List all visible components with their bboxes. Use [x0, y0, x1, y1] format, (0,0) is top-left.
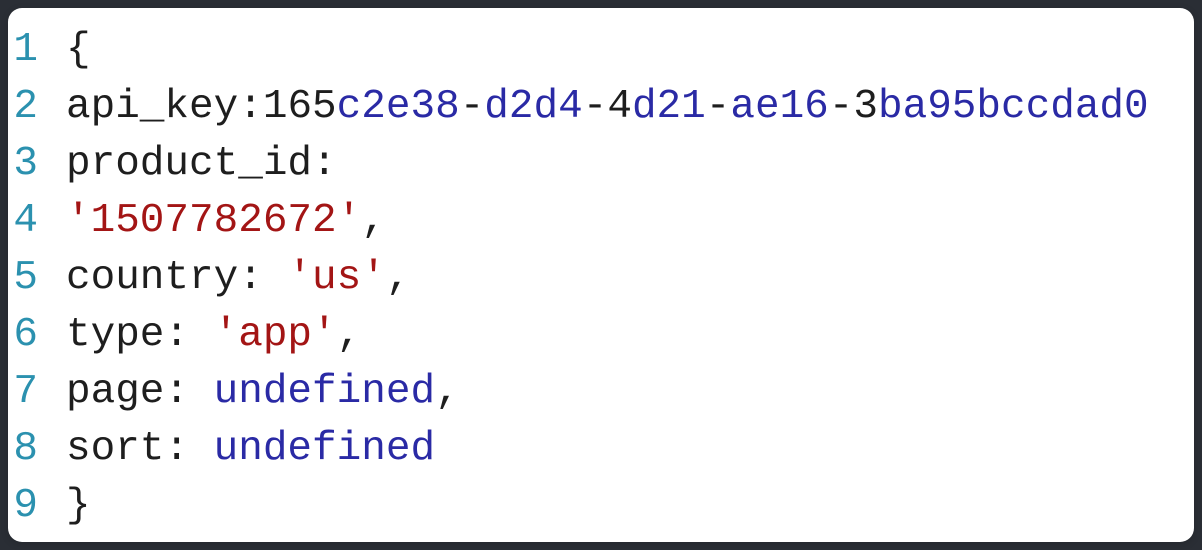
code-content: page: undefined, — [66, 364, 460, 421]
comma: , — [435, 369, 460, 415]
token: - — [583, 84, 608, 130]
brace-close: } — [66, 483, 91, 529]
string-value: '1507782672' — [66, 198, 361, 244]
brace-open: { — [66, 27, 91, 73]
code-line: 4 '1507782672', — [8, 193, 1194, 250]
token: d2d4 — [484, 84, 582, 130]
code-line: 9 } — [8, 478, 1194, 535]
code-content: '1507782672', — [66, 193, 386, 250]
token: - — [829, 84, 854, 130]
line-number: 5 — [8, 250, 66, 307]
key-sort: sort: — [66, 426, 214, 472]
key-country: country: — [66, 255, 287, 301]
code-line: 5 country: 'us', — [8, 250, 1194, 307]
code-content: { — [66, 22, 91, 79]
code-content: sort: undefined — [66, 421, 435, 478]
code-content: product_id: — [66, 136, 337, 193]
token: 4 — [607, 84, 632, 130]
token: c2e38 — [337, 84, 460, 130]
code-line: 3 product_id: — [8, 136, 1194, 193]
key-type: type: — [66, 312, 214, 358]
line-number: 3 — [8, 136, 66, 193]
code-content: api_key:165c2e38-d2d4-4d21-ae16-3ba95bcc… — [66, 79, 1149, 136]
key-page: page: — [66, 369, 214, 415]
token: - — [460, 84, 485, 130]
line-number: 7 — [8, 364, 66, 421]
key-product-id: product_id: — [66, 141, 337, 187]
code-content: type: 'app', — [66, 307, 361, 364]
code-content: country: 'us', — [66, 250, 410, 307]
line-number: 2 — [8, 79, 66, 136]
line-number: 1 — [8, 22, 66, 79]
token: ba95bccdad0 — [878, 84, 1149, 130]
code-content: } — [66, 478, 91, 535]
keyword-undefined: undefined — [214, 369, 435, 415]
token: 165 — [263, 84, 337, 130]
code-line: 7 page: undefined, — [8, 364, 1194, 421]
code-editor-panel[interactable]: 1 { 2 api_key:165c2e38-d2d4-4d21-ae16-3b… — [8, 8, 1194, 542]
string-value: 'app' — [214, 312, 337, 358]
comma: , — [337, 312, 362, 358]
line-number: 8 — [8, 421, 66, 478]
token: 3 — [853, 84, 878, 130]
code-line: 6 type: 'app', — [8, 307, 1194, 364]
line-number: 4 — [8, 193, 66, 250]
key-api-key: api_key: — [66, 84, 263, 130]
token: ae16 — [730, 84, 828, 130]
code-line: 1 { — [8, 22, 1194, 79]
code-line: 2 api_key:165c2e38-d2d4-4d21-ae16-3ba95b… — [8, 79, 1194, 136]
token: d21 — [632, 84, 706, 130]
line-number: 6 — [8, 307, 66, 364]
comma: , — [386, 255, 411, 301]
line-number: 9 — [8, 478, 66, 535]
token: - — [706, 84, 731, 130]
code-line: 8 sort: undefined — [8, 421, 1194, 478]
keyword-undefined: undefined — [214, 426, 435, 472]
comma: , — [361, 198, 386, 244]
string-value: 'us' — [287, 255, 385, 301]
